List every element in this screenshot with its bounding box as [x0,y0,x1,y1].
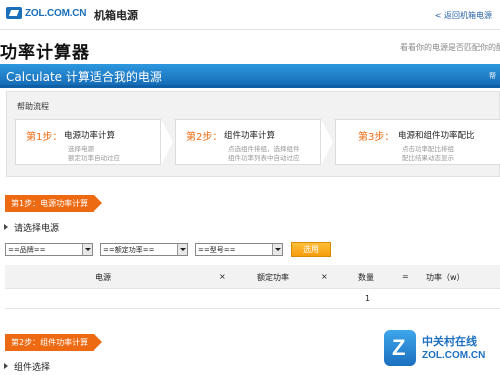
chevron-down-icon[interactable] [272,244,282,255]
chevron-down-icon[interactable] [177,244,187,255]
banner-title: Calculate 计算适合我的电源 [6,70,162,84]
watermark-en: ZOL.COM.CN [422,350,486,361]
rated-power-select-value: ==额定功率== [103,246,155,254]
rated-power-select[interactable]: ==额定功率== [100,243,188,256]
help-step-3: 第3步： 电源和组件功率配比 点击功率配比排组 配比结果动态显示 [335,119,500,165]
select-psu-heading: 请选择电源 [4,221,59,234]
model-select[interactable]: ==型号== [195,243,283,256]
col-rated-power: 额定功率 [257,273,289,282]
brand-select[interactable]: ==品牌== [5,243,93,256]
step1-badge: 第1步：电源功率计算 [5,195,103,212]
help-step-2: 第2步： 组件功率计算 点选组件排组，选择组件 组件功率列表中自动过应 [175,119,321,165]
triangle-right-icon [4,363,8,369]
zol-watermark-icon [384,330,416,366]
select-psu-label: 请选择电源 [14,224,60,234]
page-title: 功率计算器 [0,43,90,63]
help-panel: 帮助流程 第1步： 电源功率计算 选择电源 额定功率自动过应 第2步： 组件功率… [6,91,500,177]
step-desc: 配比结果动态显示 [402,154,454,162]
logo-text: ZOL.COM.CN [25,7,87,19]
col-equals: = [402,272,409,281]
psu-table: 电源 × 额定功率 × 数量 = 功率（w） 1 [5,265,500,309]
help-steps: 第1步： 电源功率计算 选择电源 额定功率自动过应 第2步： 组件功率计算 点选… [15,119,500,165]
col-psu: 电源 [95,273,111,282]
step-desc: 组件功率列表中自动过应 [228,154,300,162]
brand-select-value: ==品牌== [8,246,46,254]
site-name[interactable]: 机箱电源 [94,7,138,23]
zol-logo[interactable]: ZOL.COM.CN [6,7,87,19]
col-power: 功率（w） [426,273,465,282]
step-number: 第1步： [26,132,63,143]
model-select-value: ==型号== [198,246,236,254]
zol-logo-icon [6,7,22,19]
component-select-heading: 组件选择 [4,360,50,373]
watermark-cn: 中关村在线 [422,335,477,348]
table-row: 1 [5,289,500,309]
calculate-banner: Calculate 计算适合我的电源 帮 [0,64,500,88]
help-title: 帮助流程 [17,102,49,111]
step-desc: 额定功率自动过应 [68,154,120,162]
step2-badge: 第2步：组件功率计算 [5,334,103,351]
triangle-right-icon [4,224,8,230]
step-heading: 组件功率计算 [224,131,276,141]
step-heading: 电源和组件功率配比 [398,131,475,141]
col-times: × [219,272,226,281]
back-link[interactable]: < 返回机箱电源 [435,10,492,21]
quantity-value[interactable]: 1 [365,294,370,303]
top-bar: ZOL.COM.CN 机箱电源 < 返回机箱电源 [0,0,500,30]
banner-right-text: 帮 [489,72,496,80]
choose-button[interactable]: 选用 [291,242,331,257]
step-heading: 电源功率计算 [64,131,116,141]
zol-watermark: 中关村在线 ZOL.COM.CN [384,330,496,370]
step-arrow [161,119,173,165]
step-number: 第3步： [358,132,395,143]
step-arrow [321,119,333,165]
help-step-1: 第1步： 电源功率计算 选择电源 额定功率自动过应 [15,119,161,165]
chevron-down-icon[interactable] [82,244,92,255]
component-select-label: 组件选择 [14,363,51,373]
page-hint: 看看你的电源是否匹配你的配件 [400,43,500,52]
col-times: × [321,272,328,281]
col-quantity: 数量 [358,273,374,282]
table-header: 电源 × 额定功率 × 数量 = 功率（w） [5,265,500,289]
step-number: 第2步： [186,132,223,143]
